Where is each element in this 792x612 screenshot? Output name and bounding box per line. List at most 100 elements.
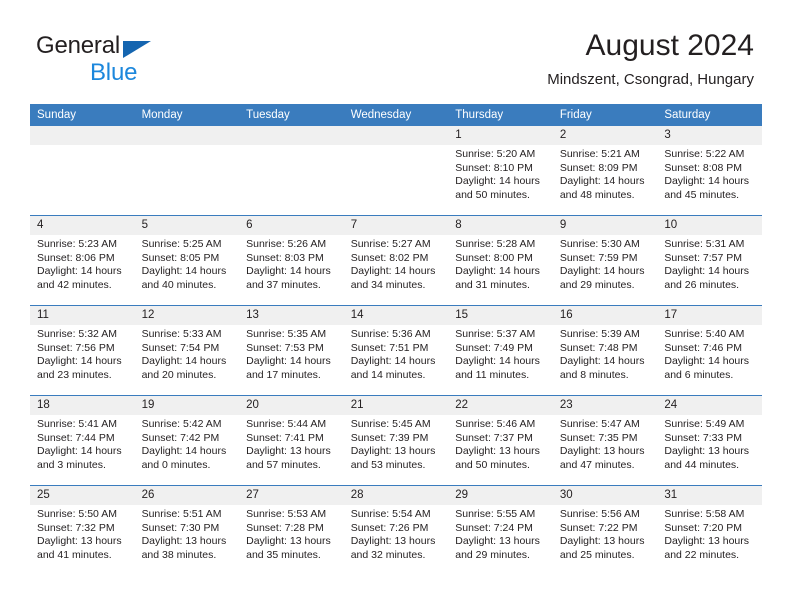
daylight-duration-line1: Daylight: 14 hours [141, 445, 227, 458]
calendar-day-cell[interactable]: 12 Sunrise: 5:33 AM Sunset: 7:54 PM Dayligh… [134, 305, 240, 396]
daylight-duration-line1: Daylight: 14 hours [37, 355, 122, 368]
calendar-day-cell[interactable]: 8 Sunrise: 5:28 AM Sunset: 8:00 PM Daylight… [448, 215, 553, 306]
day-details: Sunrise: 5:45 AM Sunset: 7:39 PM Daylight:… [344, 415, 449, 472]
calendar-day-cell[interactable]: 24 Sunrise: 5:49 AM Sunset: 7:33 PM Dayligh… [657, 395, 762, 486]
sunrise-time: Sunrise: 5:27 AM [350, 238, 431, 250]
daylight-duration-line2: and 35 minutes. [246, 548, 321, 561]
calendar-day-cell[interactable]: 30 Sunrise: 5:56 AM Sunset: 7:22 PM Dayligh… [552, 485, 658, 575]
day-number: 19 [134, 396, 240, 415]
daylight-duration-line2: and 14 minutes. [350, 368, 426, 381]
daylight-duration-line2: and 32 minutes. [350, 548, 426, 561]
weekday-header-tuesday: Tuesday [239, 104, 344, 126]
day-number: 22 [448, 396, 553, 415]
day-details: Sunrise: 5:22 AM Sunset: 8:08 PM Daylight:… [657, 145, 762, 202]
day-details: Sunrise: 5:36 AM Sunset: 7:51 PM Daylight:… [344, 325, 449, 382]
sunset-time: Sunset: 7:46 PM [664, 341, 743, 354]
daylight-duration-line1: Daylight: 14 hours [141, 355, 227, 368]
calendar-day-cell[interactable]: 7 Sunrise: 5:27 AM Sunset: 8:02 PM Daylight… [343, 215, 449, 306]
calendar-grid: Sunday Monday Tuesday Wednesday Thursday… [30, 104, 762, 575]
calendar-day-cell[interactable]: 6 Sunrise: 5:26 AM Sunset: 8:03 PM Daylight… [239, 215, 344, 306]
sunrise-time: Sunrise: 5:55 AM [455, 508, 536, 520]
calendar-day-cell[interactable]: 4 Sunrise: 5:23 AM Sunset: 8:06 PM Daylight… [30, 215, 135, 306]
daylight-duration-line1: Daylight: 14 hours [664, 265, 750, 278]
day-number: 31 [657, 486, 762, 505]
calendar-day-cell[interactable]: 26 Sunrise: 5:51 AM Sunset: 7:30 PM Dayligh… [134, 485, 240, 575]
calendar-day-cell[interactable]: 19 Sunrise: 5:42 AM Sunset: 7:42 PM Dayligh… [134, 395, 240, 486]
daylight-duration-line2: and 0 minutes. [141, 458, 211, 471]
calendar-day-cell[interactable]: 22 Sunrise: 5:46 AM Sunset: 7:37 PM Dayligh… [448, 395, 553, 486]
calendar-day-cell[interactable]: 5 Sunrise: 5:25 AM Sunset: 8:05 PM Daylight… [134, 215, 240, 306]
calendar-day-cell[interactable]: 21 Sunrise: 5:45 AM Sunset: 7:39 PM Dayligh… [343, 395, 449, 486]
daylight-duration-line1: Daylight: 14 hours [664, 175, 750, 188]
daylight-duration-line1: Daylight: 14 hours [559, 355, 645, 368]
daylight-duration-line2: and 50 minutes. [455, 458, 530, 471]
calendar-day-cell[interactable]: 1 Sunrise: 5:20 AM Sunset: 8:10 PM Daylight… [448, 126, 553, 216]
sunrise-time: Sunrise: 5:26 AM [246, 238, 327, 250]
day-details: Sunrise: 5:28 AM Sunset: 8:00 PM Daylight:… [448, 235, 553, 292]
day-details: Sunrise: 5:33 AM Sunset: 7:54 PM Daylight:… [135, 325, 240, 382]
day-details: Sunrise: 5:21 AM Sunset: 8:09 PM Daylight:… [553, 145, 658, 202]
calendar-day-cell[interactable]: 2 Sunrise: 5:21 AM Sunset: 8:09 PM Daylight… [552, 126, 658, 216]
day-number: 8 [448, 216, 553, 235]
calendar-day-cell[interactable]: 31 Sunrise: 5:58 AM Sunset: 7:20 PM Dayligh… [657, 485, 762, 575]
calendar-day-cell[interactable]: 17 Sunrise: 5:40 AM Sunset: 7:46 PM Dayligh… [657, 305, 762, 396]
day-details: Sunrise: 5:46 AM Sunset: 7:37 PM Daylight:… [448, 415, 553, 472]
sunrise-time: Sunrise: 5:22 AM [664, 148, 745, 160]
calendar-day-cell[interactable]: 3 Sunrise: 5:22 AM Sunset: 8:08 PM Daylight… [657, 126, 762, 216]
calendar-day-cell[interactable]: 16 Sunrise: 5:39 AM Sunset: 7:48 PM Dayligh… [552, 305, 658, 396]
daylight-duration-line1: Daylight: 13 hours [664, 535, 750, 548]
day-number: 6 [239, 216, 344, 235]
day-number: 11 [30, 306, 135, 325]
calendar-day-cell[interactable]: 14 Sunrise: 5:36 AM Sunset: 7:51 PM Dayligh… [343, 305, 449, 396]
day-number [134, 126, 240, 145]
general-blue-logo[interactable]: General Blue [36, 32, 196, 86]
day-number: 20 [239, 396, 344, 415]
sunset-time: Sunset: 7:53 PM [246, 341, 324, 354]
daylight-duration-line1: Daylight: 14 hours [664, 355, 750, 368]
sunset-time: Sunset: 7:37 PM [455, 431, 533, 444]
day-details: Sunrise: 5:50 AM Sunset: 7:32 PM Daylight:… [30, 505, 135, 562]
day-details: Sunrise: 5:32 AM Sunset: 7:56 PM Daylight:… [30, 325, 135, 382]
calendar-day-cell[interactable]: 18 Sunrise: 5:41 AM Sunset: 7:44 PM Dayligh… [30, 395, 135, 486]
calendar-cell-empty [134, 126, 240, 216]
sunrise-time: Sunrise: 5:31 AM [664, 238, 745, 250]
day-number: 29 [448, 486, 553, 505]
calendar-day-cell[interactable]: 27 Sunrise: 5:53 AM Sunset: 7:28 PM Dayligh… [239, 485, 344, 575]
day-number: 3 [657, 126, 762, 145]
sunset-time: Sunset: 7:30 PM [141, 521, 220, 534]
sunset-time: Sunset: 8:09 PM [559, 161, 638, 174]
calendar-day-cell[interactable]: 15 Sunrise: 5:37 AM Sunset: 7:49 PM Dayligh… [448, 305, 553, 396]
day-number: 14 [343, 306, 449, 325]
day-number: 4 [30, 216, 135, 235]
daylight-duration-line1: Daylight: 14 hours [559, 265, 645, 278]
day-number: 17 [657, 306, 762, 325]
day-number [343, 126, 449, 145]
day-number: 2 [552, 126, 658, 145]
calendar-day-cell[interactable]: 29 Sunrise: 5:55 AM Sunset: 7:24 PM Dayligh… [448, 485, 553, 575]
weekday-header-monday: Monday [134, 104, 240, 126]
calendar-day-cell[interactable]: 10 Sunrise: 5:31 AM Sunset: 7:57 PM Dayligh… [657, 215, 762, 306]
daylight-duration-line1: Daylight: 14 hours [37, 265, 122, 278]
day-details: Sunrise: 5:37 AM Sunset: 7:49 PM Daylight:… [448, 325, 553, 382]
day-number: 27 [239, 486, 344, 505]
daylight-duration-line1: Daylight: 13 hours [559, 445, 645, 458]
day-number: 16 [552, 306, 658, 325]
day-details: Sunrise: 5:47 AM Sunset: 7:35 PM Daylight:… [553, 415, 658, 472]
day-number [30, 126, 135, 145]
calendar-day-cell[interactable]: 9 Sunrise: 5:30 AM Sunset: 7:59 PM Daylight… [552, 215, 658, 306]
daylight-duration-line2: and 29 minutes. [455, 548, 530, 561]
day-number: 7 [343, 216, 449, 235]
calendar-day-cell[interactable]: 11 Sunrise: 5:32 AM Sunset: 7:56 PM Dayligh… [30, 305, 135, 396]
calendar-day-cell[interactable]: 13 Sunrise: 5:35 AM Sunset: 7:53 PM Dayligh… [239, 305, 344, 396]
sunset-time: Sunset: 8:10 PM [455, 161, 533, 174]
day-details: Sunrise: 5:58 AM Sunset: 7:20 PM Daylight:… [657, 505, 762, 562]
daylight-duration-line1: Daylight: 13 hours [350, 535, 436, 548]
sunset-time: Sunset: 8:02 PM [350, 251, 429, 264]
calendar-day-cell[interactable]: 25 Sunrise: 5:50 AM Sunset: 7:32 PM Dayligh… [30, 485, 135, 575]
calendar-day-cell[interactable]: 20 Sunrise: 5:44 AM Sunset: 7:41 PM Dayligh… [239, 395, 344, 486]
calendar-day-cell[interactable]: 28 Sunrise: 5:54 AM Sunset: 7:26 PM Dayligh… [343, 485, 449, 575]
day-details: Sunrise: 5:31 AM Sunset: 7:57 PM Daylight:… [657, 235, 762, 292]
calendar-day-cell[interactable]: 23 Sunrise: 5:47 AM Sunset: 7:35 PM Dayligh… [552, 395, 658, 486]
daylight-duration-line1: Daylight: 13 hours [37, 535, 122, 548]
daylight-duration-line2: and 47 minutes. [559, 458, 635, 471]
